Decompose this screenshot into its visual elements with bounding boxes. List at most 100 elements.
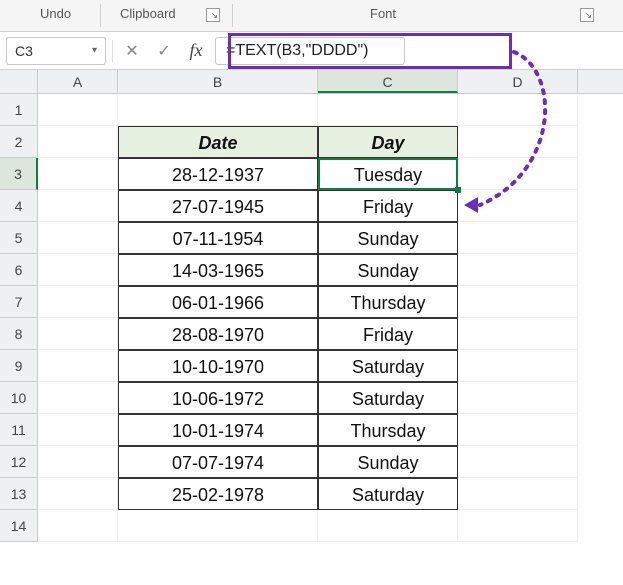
cell[interactable] [38, 254, 118, 286]
cell[interactable] [38, 222, 118, 254]
font-dialog-launcher-icon[interactable]: ↘ [580, 8, 594, 22]
cell[interactable] [318, 510, 458, 542]
insert-function-button[interactable]: fx [183, 38, 209, 64]
cell[interactable] [458, 510, 578, 542]
row-header[interactable]: 8 [0, 318, 38, 350]
cell[interactable] [38, 94, 118, 126]
cell-date[interactable]: 27-07-1945 [118, 190, 318, 222]
formula-input[interactable]: =TEXT(B3,"DDDD") [215, 37, 405, 65]
check-icon: ✓ [157, 41, 170, 61]
column-header-c[interactable]: C [318, 70, 458, 93]
cell[interactable] [458, 350, 578, 382]
row-header[interactable]: 12 [0, 446, 38, 478]
ribbon-separator [232, 4, 233, 27]
row-header[interactable]: 6 [0, 254, 38, 286]
cell[interactable] [118, 510, 318, 542]
ribbon-separator [100, 4, 101, 27]
cell[interactable] [458, 158, 578, 190]
cell-date[interactable]: 28-08-1970 [118, 318, 318, 350]
column-header-d[interactable]: D [458, 70, 578, 93]
cell-day[interactable]: Friday [318, 318, 458, 350]
cell[interactable] [458, 94, 578, 126]
cell-date[interactable]: 10-10-1970 [118, 350, 318, 382]
cell[interactable] [458, 318, 578, 350]
cell[interactable] [38, 190, 118, 222]
row-header[interactable]: 7 [0, 286, 38, 318]
grid-row: 5 07-11-1954 Sunday [0, 222, 623, 254]
cell[interactable] [118, 94, 318, 126]
grid-row: 1 [0, 94, 623, 126]
grid-row: 11 10-01-1974 Thursday [0, 414, 623, 446]
cell-day[interactable]: Friday [318, 190, 458, 222]
row-header[interactable]: 9 [0, 350, 38, 382]
ribbon-group-font: Font [370, 6, 396, 21]
cell[interactable] [458, 286, 578, 318]
grid-row: 13 25-02-1978 Saturday [0, 478, 623, 510]
fill-handle[interactable] [455, 187, 461, 193]
cell-day[interactable]: Tuesday [318, 158, 458, 190]
cell[interactable] [38, 510, 118, 542]
row-header[interactable]: 2 [0, 126, 38, 158]
name-box[interactable]: C3 ▾ [6, 37, 106, 65]
cell-date[interactable]: 07-07-1974 [118, 446, 318, 478]
cell[interactable] [38, 126, 118, 158]
cell-day[interactable]: Saturday [318, 350, 458, 382]
name-box-value: C3 [15, 43, 33, 59]
cell[interactable] [38, 286, 118, 318]
select-all-corner[interactable] [0, 70, 38, 93]
row-header[interactable]: 1 [0, 94, 38, 126]
cell[interactable] [458, 126, 578, 158]
row-header[interactable]: 5 [0, 222, 38, 254]
ribbon-group-undo: Undo [40, 6, 71, 21]
worksheet-grid: A B C D 1 2 Date Day 3 28-12-1937 Tuesda… [0, 70, 623, 542]
cell-day[interactable]: Saturday [318, 382, 458, 414]
cell[interactable] [458, 414, 578, 446]
grid-row: 12 07-07-1974 Sunday [0, 446, 623, 478]
chevron-down-icon[interactable]: ▾ [92, 45, 97, 56]
cell[interactable] [38, 158, 118, 190]
cell[interactable] [38, 414, 118, 446]
cell[interactable] [458, 254, 578, 286]
cell[interactable] [458, 446, 578, 478]
cell[interactable] [458, 382, 578, 414]
cell[interactable] [38, 382, 118, 414]
row-header[interactable]: 14 [0, 510, 38, 542]
row-header[interactable]: 13 [0, 478, 38, 510]
grid-row: 9 10-10-1970 Saturday [0, 350, 623, 382]
cell-date[interactable]: 07-11-1954 [118, 222, 318, 254]
cell[interactable] [38, 350, 118, 382]
clipboard-dialog-launcher-icon[interactable]: ↘ [206, 8, 220, 22]
cell[interactable] [38, 318, 118, 350]
column-header-a[interactable]: A [38, 70, 118, 93]
grid-row: 14 [0, 510, 623, 542]
cell-date[interactable]: 06-01-1966 [118, 286, 318, 318]
cell-day[interactable]: Sunday [318, 446, 458, 478]
grid-row: 4 27-07-1945 Friday [0, 190, 623, 222]
column-header-b[interactable]: B [118, 70, 318, 93]
cell-date[interactable]: 14-03-1965 [118, 254, 318, 286]
table-header-day[interactable]: Day [318, 126, 458, 158]
cell-day[interactable]: Thursday [318, 414, 458, 446]
cell-date[interactable]: 10-01-1974 [118, 414, 318, 446]
enter-formula-button[interactable]: ✓ [151, 38, 177, 64]
cell-day[interactable]: Thursday [318, 286, 458, 318]
row-header[interactable]: 3 [0, 158, 38, 190]
cell-day[interactable]: Sunday [318, 222, 458, 254]
separator [112, 40, 113, 62]
cell-date[interactable]: 28-12-1937 [118, 158, 318, 190]
cell-date[interactable]: 25-02-1978 [118, 478, 318, 510]
cell-day[interactable]: Sunday [318, 254, 458, 286]
row-header[interactable]: 10 [0, 382, 38, 414]
grid-row: 8 28-08-1970 Friday [0, 318, 623, 350]
cell[interactable] [38, 446, 118, 478]
cancel-formula-button[interactable]: ✕ [119, 38, 145, 64]
cell[interactable] [458, 222, 578, 254]
cell-date[interactable]: 10-06-1972 [118, 382, 318, 414]
row-header[interactable]: 4 [0, 190, 38, 222]
cell[interactable] [458, 478, 578, 510]
cell[interactable] [318, 94, 458, 126]
cell[interactable] [38, 478, 118, 510]
row-header[interactable]: 11 [0, 414, 38, 446]
cell-day[interactable]: Saturday [318, 478, 458, 510]
table-header-date[interactable]: Date [118, 126, 318, 158]
